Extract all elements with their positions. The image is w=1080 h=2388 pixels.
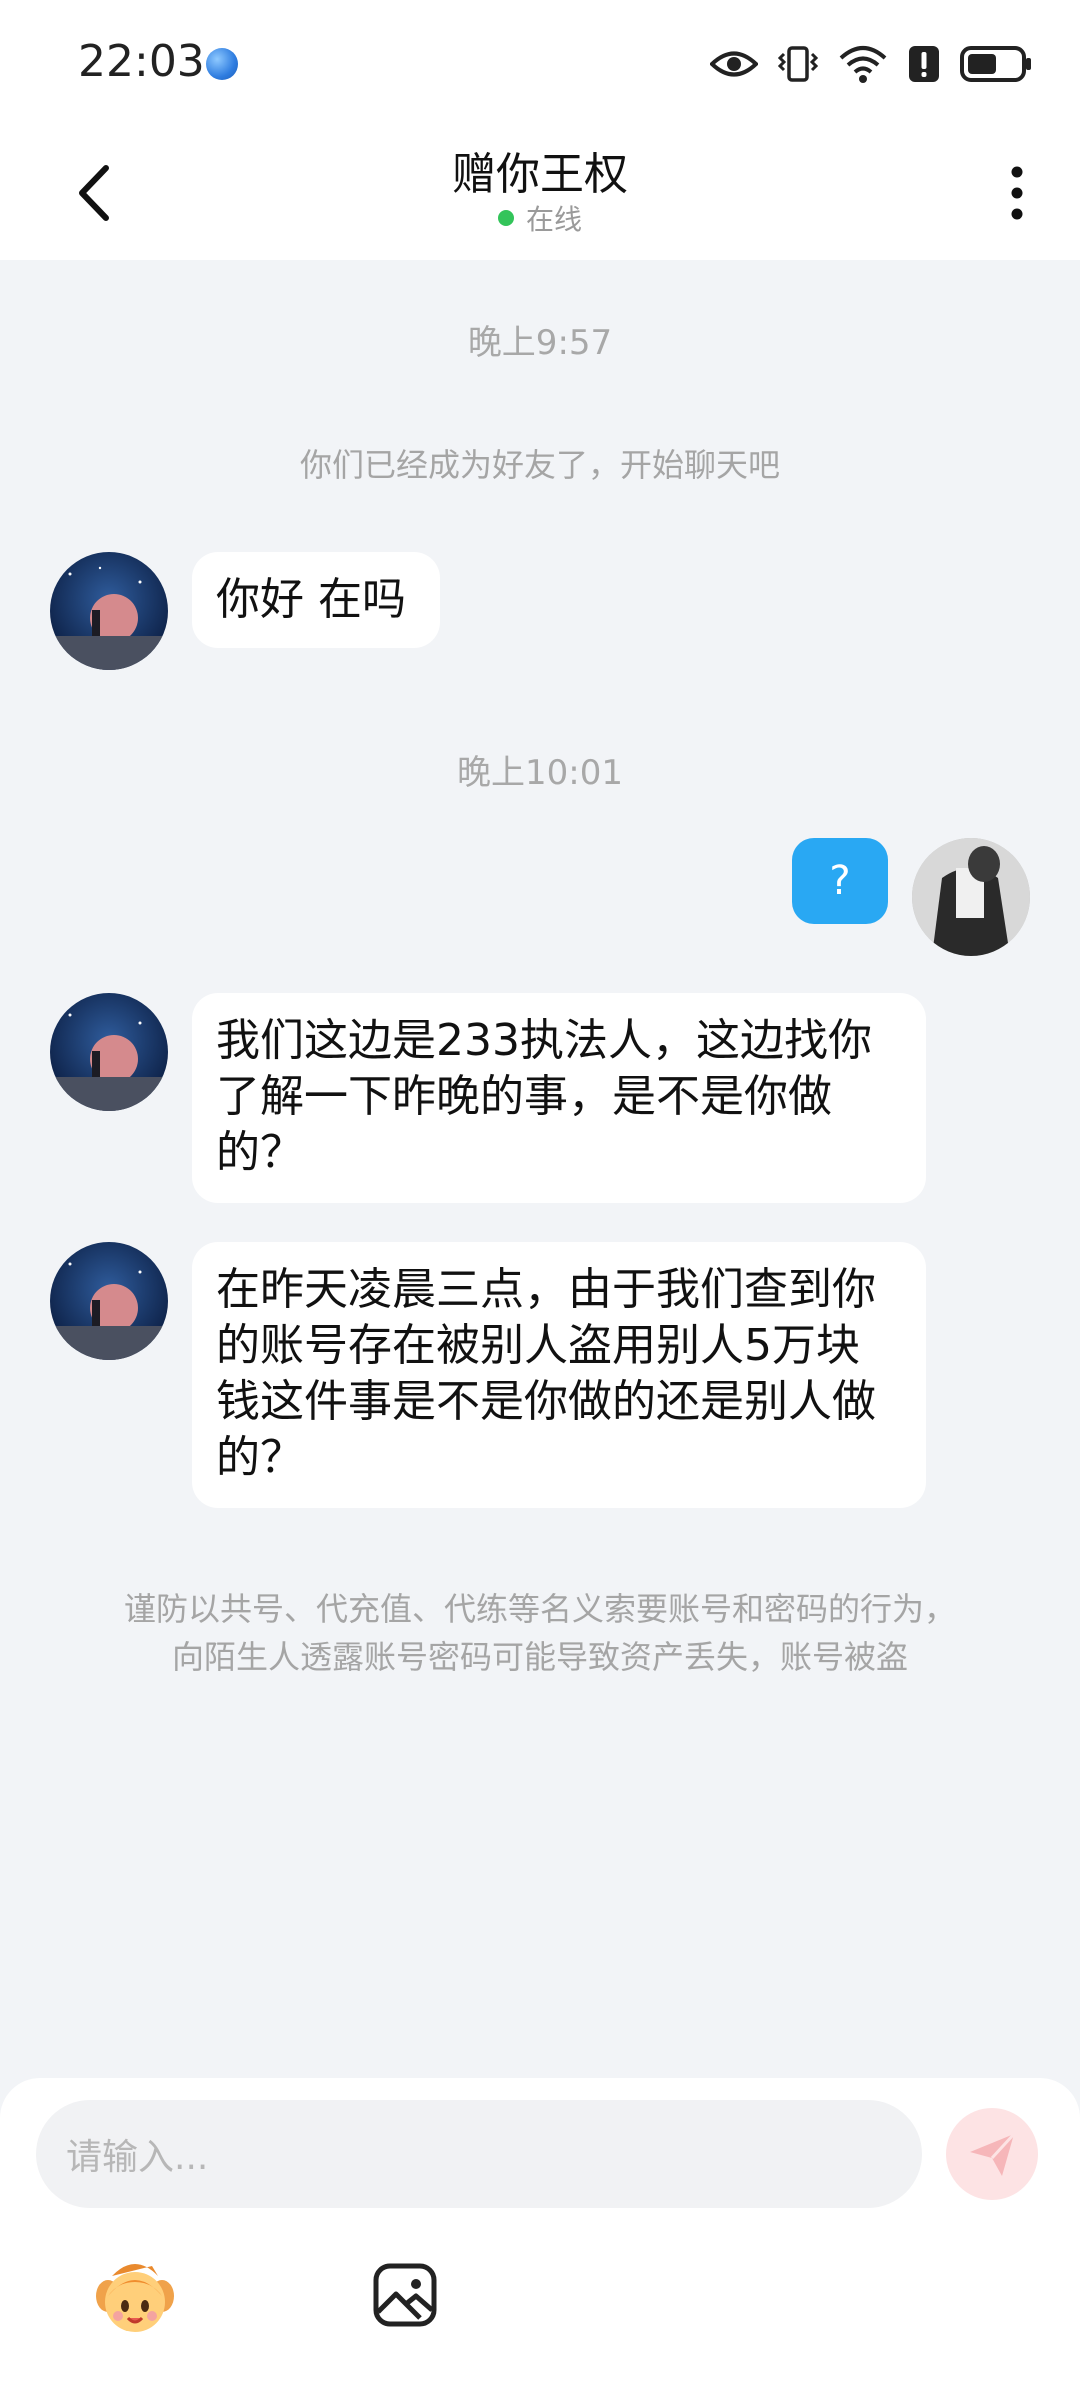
status-icons	[710, 36, 1032, 92]
emoji-icon[interactable]	[92, 2256, 178, 2342]
received-message[interactable]: 你好 在吗	[192, 552, 440, 648]
security-warning: 谨防以共号、代充值、代练等名义索要账号和密码的行为， 向陌生人透露账号密码可能导…	[60, 1585, 1020, 1681]
vibrate-icon	[778, 46, 818, 82]
online-dot-icon	[497, 210, 514, 226]
contact-avatar[interactable]	[50, 552, 168, 670]
chat-messages[interactable]: 晚上9:57 你们已经成为好友了，开始聊天吧 你好 在吗 晚上10:01 ? 我…	[0, 260, 1080, 2080]
chat-header: 赠你王权 在线	[0, 120, 1080, 260]
send-icon	[970, 2132, 1016, 2176]
send-button[interactable]	[946, 2108, 1038, 2200]
app-notification-icon	[206, 48, 238, 80]
eye-icon	[710, 51, 758, 77]
status-bar: 22:03	[0, 0, 1080, 120]
more-vertical-icon[interactable]	[1002, 158, 1032, 228]
sent-message[interactable]: ?	[792, 838, 888, 924]
wifi-icon	[839, 46, 887, 83]
contact-avatar[interactable]	[50, 993, 168, 1111]
online-status: 在线	[0, 198, 1080, 238]
received-message[interactable]: 在昨天凌晨三点，由于我们查到你的账号存在被别人盗用别人5万块钱这件事是不是你做的…	[192, 1242, 926, 1508]
online-status-label: 在线	[525, 203, 582, 236]
warning-line: 谨防以共号、代充值、代练等名义索要账号和密码的行为，	[123, 1590, 956, 1628]
timestamp: 晚上10:01	[457, 753, 623, 793]
my-avatar[interactable]	[912, 838, 1030, 956]
image-icon[interactable]	[372, 2262, 438, 2328]
warning-line: 向陌生人透露账号密码可能导致资产丢失，账号被盗	[171, 1638, 908, 1676]
input-panel: 请输入...	[0, 2078, 1080, 2388]
status-time: 22:03	[78, 36, 205, 87]
input-placeholder: 请输入...	[66, 2137, 209, 2178]
system-message: 你们已经成为好友了，开始聊天吧	[299, 446, 780, 484]
battery-icon	[960, 46, 1031, 82]
chat-title: 赠你王权	[452, 149, 628, 200]
received-message[interactable]: 我们这边是233执法人，这边找你了解一下昨晚的事，是不是你做的？	[192, 993, 926, 1203]
alert-icon	[909, 46, 939, 82]
contact-avatar[interactable]	[50, 1242, 168, 1360]
timestamp: 晚上9:57	[467, 323, 613, 363]
message-input[interactable]: 请输入...	[36, 2100, 922, 2208]
